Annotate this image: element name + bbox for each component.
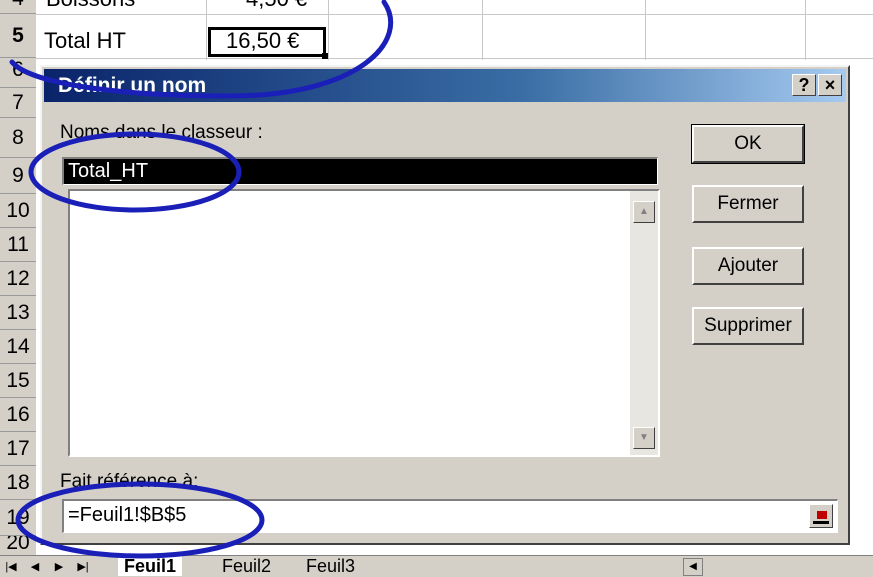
row-header-8[interactable]: 8 <box>0 118 36 158</box>
close-button[interactable]: × <box>818 74 842 96</box>
row-header-11[interactable]: 11 <box>0 228 36 262</box>
next-sheet-icon[interactable]: ▶ <box>50 558 68 576</box>
collapse-bar <box>813 521 829 524</box>
row-header-4[interactable]: 4 <box>0 0 36 14</box>
first-sheet-icon[interactable]: |◀ <box>2 558 20 576</box>
row-header-15[interactable]: 15 <box>0 364 36 398</box>
grid-line <box>36 58 873 59</box>
collapse-arrow <box>817 511 827 519</box>
refers-to-value: =Feuil1!$B$5 <box>68 504 187 526</box>
fill-handle[interactable] <box>322 53 328 59</box>
row-header-9[interactable]: 9 <box>0 158 36 194</box>
grid-line <box>645 0 646 60</box>
row-header-19[interactable]: 19 <box>0 500 36 536</box>
name-input[interactable]: Total_HT <box>62 157 658 185</box>
sheet-tab-bar: |◀ ◀ ▶ ▶| Feuil1 Feuil2 Feuil3 ◀ <box>0 555 873 577</box>
prev-sheet-icon[interactable]: ◀ <box>26 558 44 576</box>
row-header-16[interactable]: 16 <box>0 398 36 432</box>
help-button[interactable]: ? <box>792 74 816 96</box>
refers-to-label: Fait référence à: <box>60 471 199 492</box>
names-in-workbook-label: Noms dans le classeur : <box>60 122 263 143</box>
listbox-scrollbar[interactable]: ▲ ▼ <box>630 191 658 455</box>
collapse-dialog-icon[interactable] <box>809 504 833 528</box>
row-header-7[interactable]: 7 <box>0 88 36 118</box>
cell-a4[interactable]: Boissons <box>46 0 135 12</box>
sheet-tab-feuil1[interactable]: Feuil1 <box>118 556 183 576</box>
row-header-20[interactable]: 20 <box>0 536 36 556</box>
grid-line <box>805 0 806 60</box>
row-header-17[interactable]: 17 <box>0 432 36 466</box>
sheet-tab-feuil2[interactable]: Feuil2 <box>222 556 271 576</box>
scroll-up-icon[interactable]: ▲ <box>633 201 655 223</box>
grid-line <box>482 0 483 60</box>
dialog-title-bar[interactable]: Définir un nom ? × <box>44 69 846 102</box>
scroll-left-icon[interactable]: ◀ <box>683 558 703 576</box>
row-header-14[interactable]: 14 <box>0 330 36 364</box>
add-button[interactable]: Ajouter <box>692 247 804 285</box>
row-header-12[interactable]: 12 <box>0 262 36 296</box>
ok-button[interactable]: OK <box>691 124 805 164</box>
row-header-18[interactable]: 18 <box>0 466 36 500</box>
row-header-10[interactable]: 10 <box>0 194 36 228</box>
dialog-title: Définir un nom <box>58 74 207 97</box>
cell-a5[interactable]: Total HT <box>44 28 126 54</box>
names-listbox[interactable]: ▲ ▼ <box>68 189 660 457</box>
define-name-dialog: Définir un nom ? × Noms dans le classeur… <box>40 65 850 545</box>
row-header-13[interactable]: 13 <box>0 296 36 330</box>
cell-b5[interactable]: 16,50 € <box>226 28 299 54</box>
grid-line <box>36 14 873 15</box>
delete-button[interactable]: Supprimer <box>692 307 804 345</box>
sheet-tab-feuil3[interactable]: Feuil3 <box>306 556 355 576</box>
grid-line <box>206 0 207 60</box>
row-header-6[interactable]: 6 <box>0 58 36 88</box>
row-header-5[interactable]: 5 <box>0 14 36 58</box>
close-dialog-button[interactable]: Fermer <box>692 185 804 223</box>
cell-b4[interactable]: 4,50 € <box>246 0 307 12</box>
refers-to-input[interactable]: =Feuil1!$B$5 <box>62 499 838 533</box>
last-sheet-icon[interactable]: ▶| <box>74 558 92 576</box>
scroll-down-icon[interactable]: ▼ <box>633 427 655 449</box>
grid-line <box>328 0 329 60</box>
